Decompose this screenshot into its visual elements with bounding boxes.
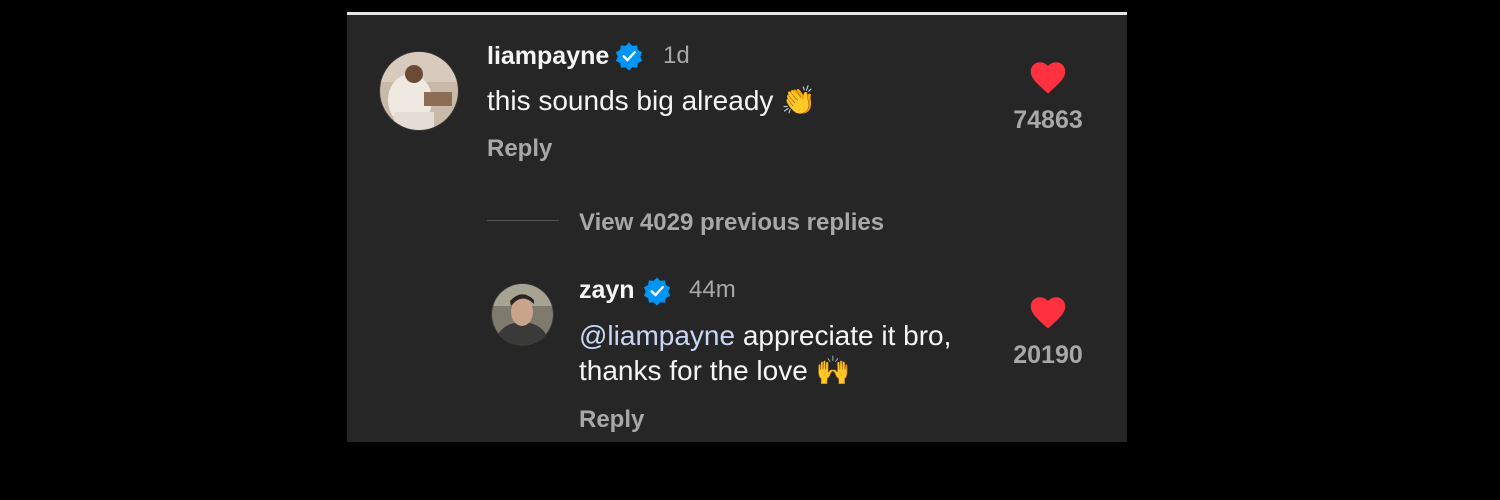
- avatar[interactable]: [380, 52, 458, 130]
- reply-text-line-2: thanks for the love 🙌: [579, 353, 951, 388]
- replies-divider: [487, 220, 559, 221]
- comment-username[interactable]: liampayne: [487, 42, 609, 71]
- avatar-image: [492, 284, 553, 345]
- reply-button[interactable]: Reply: [579, 406, 644, 434]
- heart-icon[interactable]: [1030, 61, 1066, 95]
- comment-text-body: this sounds big already: [487, 85, 774, 116]
- comments-panel: liampayne 1d this sounds big already 👏 R…: [347, 12, 1127, 442]
- like-count: 20190: [1013, 341, 1083, 369]
- comment-text: this sounds big already 👏: [487, 83, 816, 118]
- reply-button[interactable]: Reply: [487, 135, 552, 163]
- heart-icon[interactable]: [1030, 296, 1066, 330]
- reply-text-line-1: @liampayne appreciate it bro,: [579, 318, 951, 353]
- clapping-hands-icon: 👏: [781, 84, 817, 117]
- reply-time: 44m: [689, 276, 736, 303]
- raising-hands-icon: 🙌: [815, 354, 851, 387]
- reply-avatar[interactable]: [492, 284, 553, 345]
- view-previous-replies-button[interactable]: View 4029 previous replies: [579, 209, 884, 237]
- reply-text-part: thanks for the love: [579, 355, 808, 386]
- reply-text-part: appreciate it bro,: [735, 320, 952, 351]
- reply-username[interactable]: zayn: [579, 276, 635, 305]
- mention-link[interactable]: @liampayne: [579, 320, 735, 351]
- verified-badge-icon: [615, 42, 643, 71]
- like-count: 74863: [1013, 106, 1083, 134]
- comment-time: 1d: [663, 42, 690, 69]
- avatar-image: [380, 52, 458, 130]
- verified-badge-icon: [643, 277, 671, 306]
- reply-text: @liampayne appreciate it bro, thanks for…: [579, 318, 951, 388]
